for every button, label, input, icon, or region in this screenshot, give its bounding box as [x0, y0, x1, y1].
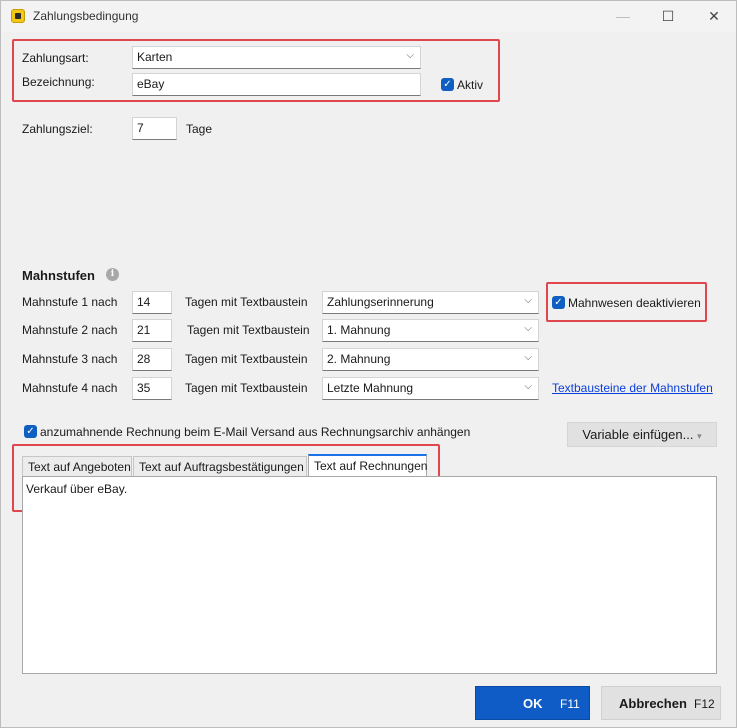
cancel-shortcut: F12 [694, 697, 715, 711]
bezeichnung-input[interactable]: eBay [132, 73, 421, 96]
aktiv-checkbox[interactable]: ✓ [441, 78, 454, 91]
chevron-down-icon: ⌵ [524, 352, 532, 363]
chevron-down-icon: ⌵ [524, 295, 532, 306]
cancel-button[interactable]: Abbrechen F12 [601, 686, 721, 720]
mahnstufe-2-textbaustein-label: Tagen mit Textbaustein [187, 323, 310, 337]
textbausteine-link[interactable]: Textbausteine der Mahnstufen [552, 381, 713, 395]
minimize-icon[interactable]: — [613, 7, 633, 25]
mahnstufe-4-template-value: Letzte Mahnung [327, 381, 414, 395]
title-bar: Zahlungsbedingung — ☐ ✕ [1, 1, 736, 32]
app-icon [11, 9, 25, 23]
maximize-icon[interactable]: ☐ [658, 7, 678, 25]
cancel-label: Abbrechen [619, 696, 687, 711]
chevron-down-icon: ⌵ [406, 50, 414, 61]
tab-angebote[interactable]: Text auf Angeboten [22, 456, 132, 477]
text-editor-area[interactable]: Verkauf über eBay. [22, 476, 717, 674]
mahnstufe-2-template-value: 1. Mahnung [327, 323, 391, 337]
tab-auftragsbestaetigungen[interactable]: Text auf Auftragsbestätigungen [133, 456, 307, 477]
aktiv-label: Aktiv [457, 78, 484, 92]
close-icon[interactable]: ✕ [704, 7, 724, 25]
mahnstufe-2-days-input[interactable]: 21 [132, 319, 172, 342]
variable-insert-button[interactable]: Variable einfügen... ▾ [567, 422, 717, 447]
mahnstufe-1-template-value: Zahlungserinnerung [327, 295, 434, 309]
mahnstufe-4-label: Mahnstufe 4 nach [22, 381, 118, 395]
mahnstufe-1-days-input[interactable]: 14 [132, 291, 172, 314]
chevron-down-icon: ▾ [697, 431, 702, 441]
ok-label: OK [523, 696, 543, 711]
mahnstufe-4-days-input[interactable]: 35 [132, 377, 172, 400]
bezeichnung-label: Bezeichnung: [22, 75, 95, 89]
mahnwesen-deactivate-label: Mahnwesen deaktivieren [568, 296, 701, 310]
zahlungsart-value: Karten [137, 50, 173, 64]
zahlungsziel-label: Zahlungsziel: [22, 122, 93, 136]
mahnstufe-1-textbaustein-label: Tagen mit Textbaustein [185, 295, 308, 309]
mahnstufe-3-template-value: 2. Mahnung [327, 352, 391, 366]
zahlungsart-select[interactable]: Karten ⌵ [132, 46, 421, 69]
mahnstufen-title: Mahnstufen [22, 268, 95, 283]
mahnstufe-1-label: Mahnstufe 1 nach [22, 295, 118, 309]
mahnstufe-2-template-select[interactable]: 1. Mahnung ⌵ [322, 319, 539, 342]
window-title: Zahlungsbedingung [33, 9, 139, 23]
mahnwesen-deactivate-checkbox[interactable]: ✓ [552, 296, 565, 309]
zahlungsziel-input[interactable]: 7 [132, 117, 177, 140]
ok-button[interactable]: OK F11 [475, 686, 590, 720]
mahnstufe-4-textbaustein-label: Tagen mit Textbaustein [185, 381, 308, 395]
dialog-window: Zahlungsbedingung — ☐ ✕ Zahlungsart: Kar… [0, 0, 737, 728]
mahnstufe-2-label: Mahnstufe 2 nach [22, 323, 118, 337]
tage-label: Tage [186, 122, 213, 136]
mahnstufe-1-template-select[interactable]: Zahlungserinnerung ⌵ [322, 291, 539, 314]
ok-shortcut: F11 [560, 697, 580, 711]
attach-invoice-label: anzumahnende Rechnung beim E-Mail Versan… [40, 425, 471, 439]
chevron-down-icon: ⌵ [524, 381, 532, 392]
mahnstufe-4-template-select[interactable]: Letzte Mahnung ⌵ [322, 377, 539, 400]
mahnstufe-3-days-input[interactable]: 28 [132, 348, 172, 371]
chevron-down-icon: ⌵ [524, 323, 532, 334]
mahnstufe-3-template-select[interactable]: 2. Mahnung ⌵ [322, 348, 539, 371]
info-icon[interactable]: i [106, 268, 119, 281]
tab-rechnungen[interactable]: Text auf Rechnungen [308, 454, 427, 477]
attach-invoice-checkbox[interactable]: ✓ [24, 425, 37, 438]
mahnstufe-3-textbaustein-label: Tagen mit Textbaustein [185, 352, 308, 366]
zahlungsart-label: Zahlungsart: [22, 51, 89, 65]
variable-insert-label: Variable einfügen... [582, 427, 694, 442]
mahnstufe-3-label: Mahnstufe 3 nach [22, 352, 118, 366]
